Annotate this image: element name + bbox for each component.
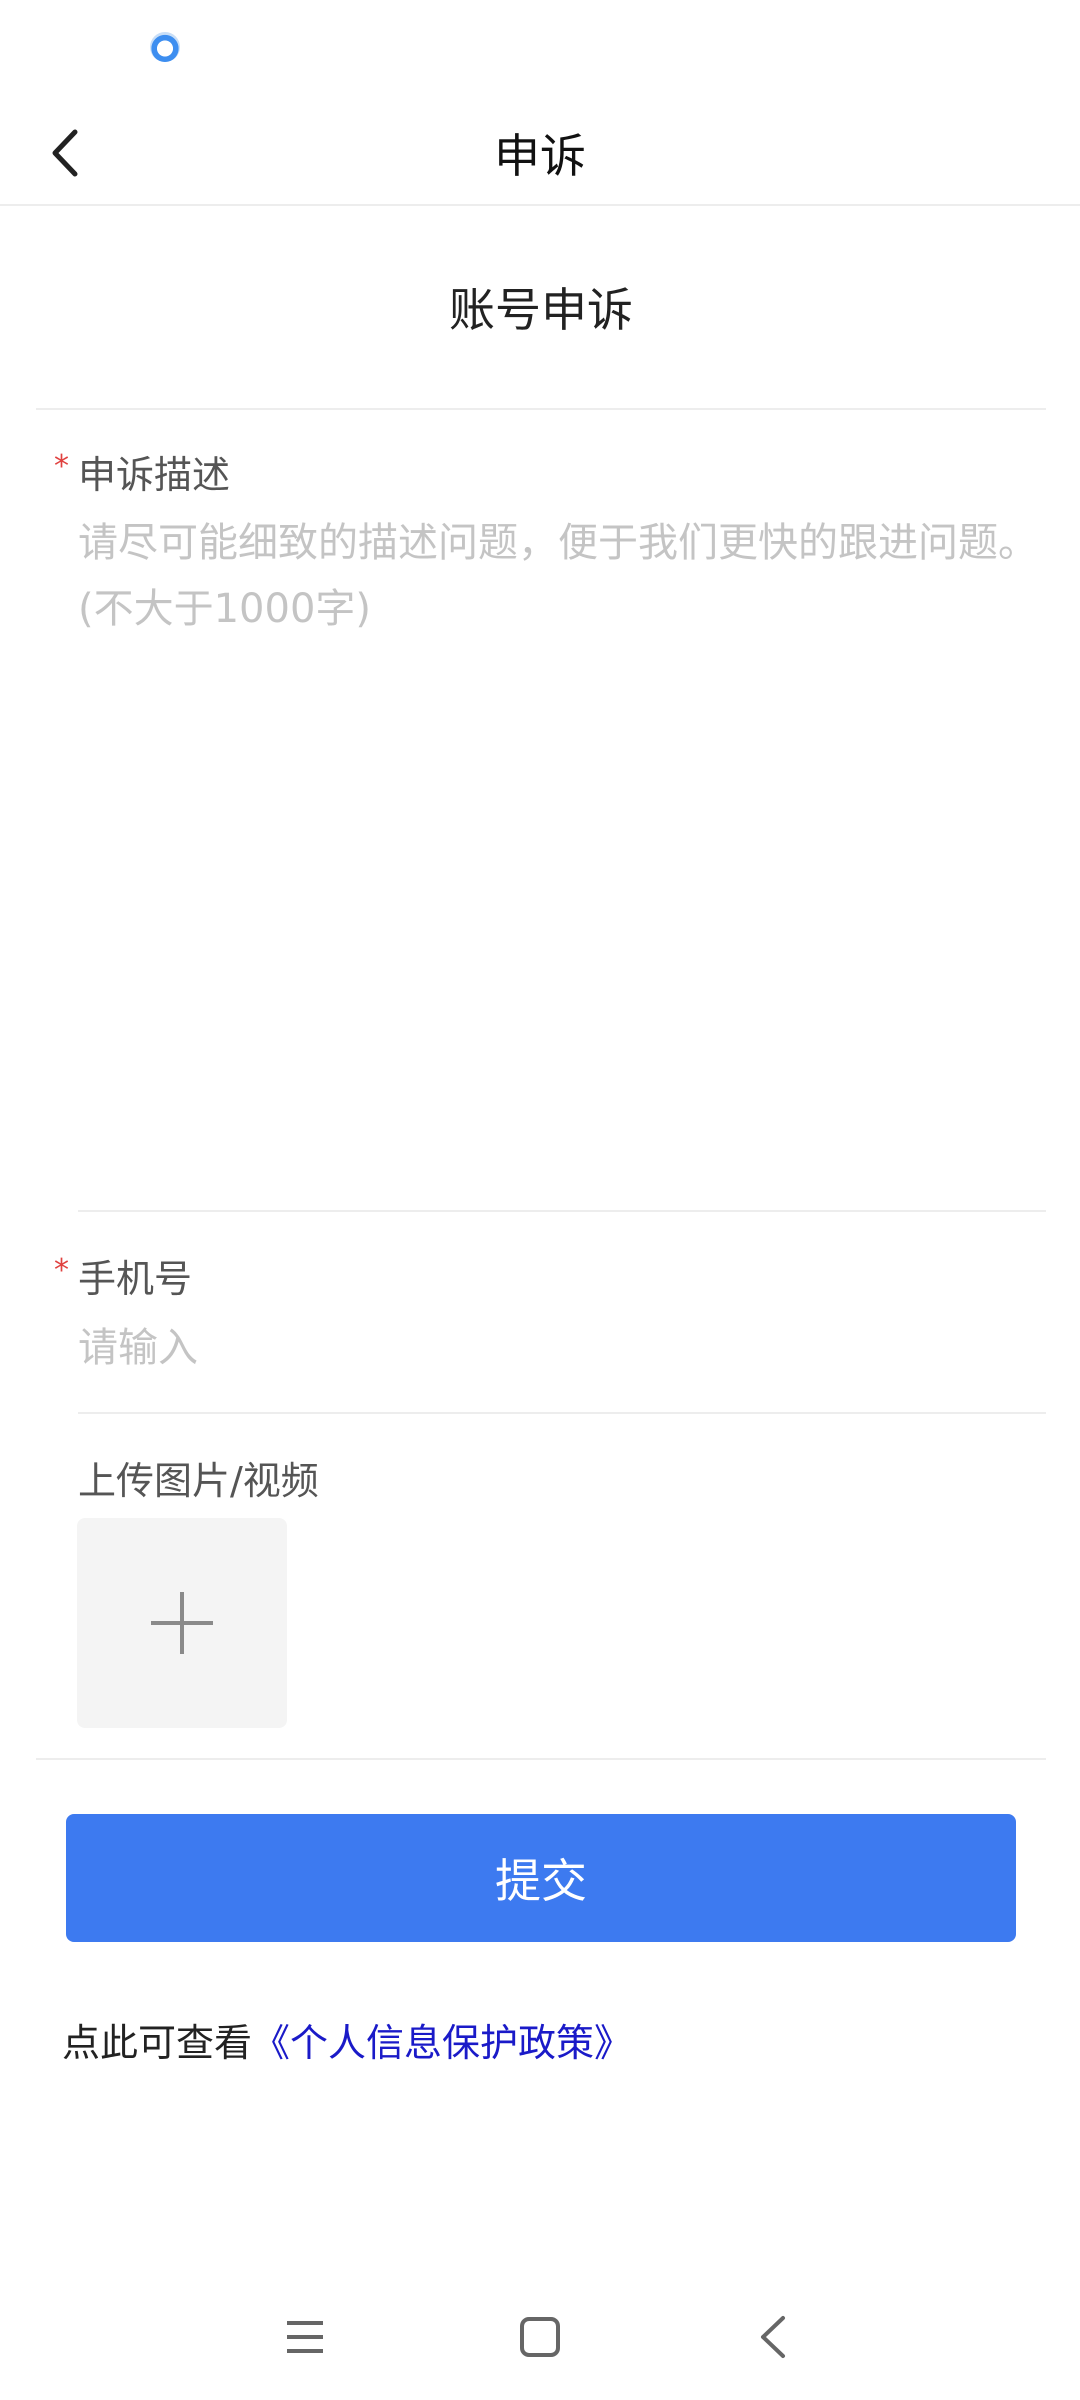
phone-label: 手机号 (78, 1257, 193, 1301)
system-nav-bar (0, 2280, 1080, 2390)
chevron-left-icon (52, 129, 78, 177)
policy-prefix: 点此可查看 (62, 2021, 253, 2065)
app-notification-icon (150, 32, 180, 62)
phone-divider (78, 1412, 1046, 1414)
menu-button[interactable] (265, 2302, 345, 2372)
required-mark: * (54, 449, 69, 484)
menu-icon (287, 2321, 323, 2353)
description-divider (78, 1210, 1046, 1212)
back-triangle-icon (761, 2316, 785, 2358)
policy-line: 点此可查看《个人信息保护政策》 (62, 2012, 632, 2066)
description-label: 申诉描述 (78, 453, 231, 497)
upload-label: 上传图片/视频 (78, 1459, 319, 1503)
screen: 申诉 账号申诉 * 申诉描述 * 手机号 上传图片/视频 提交 点此可查看《个人… (0, 0, 1080, 2400)
status-bar (0, 0, 1080, 100)
phone-input[interactable] (78, 1316, 1044, 1380)
required-mark: * (54, 1253, 69, 1288)
back-button[interactable] (30, 118, 100, 188)
system-back-button[interactable] (732, 2302, 812, 2372)
section-title: 账号申诉 (36, 206, 1046, 410)
nav-bar: 申诉 (0, 100, 1080, 206)
home-button[interactable] (500, 2302, 580, 2372)
description-textarea[interactable] (78, 510, 1044, 1200)
upload-button[interactable] (77, 1518, 287, 1728)
plus-icon (151, 1592, 213, 1654)
page-title: 申诉 (494, 129, 586, 183)
home-square-icon (520, 2317, 560, 2357)
submit-button[interactable]: 提交 (66, 1814, 1016, 1942)
upload-divider (36, 1758, 1046, 1760)
privacy-policy-link[interactable]: 《个人信息保护政策》 (252, 2021, 632, 2065)
